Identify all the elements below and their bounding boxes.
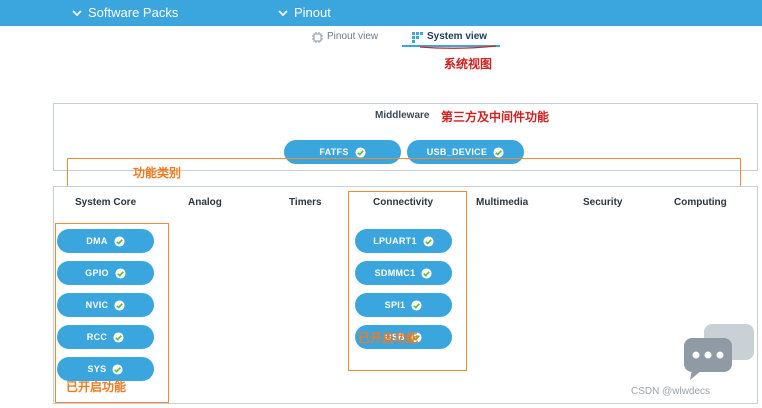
annotation-system-core-box: [55, 223, 169, 403]
category-analog[interactable]: Analog: [188, 197, 222, 208]
category-system-core[interactable]: System Core: [75, 197, 136, 208]
software-packs-label: Software Packs: [88, 5, 179, 20]
annotation-category: 功能类别: [133, 166, 182, 180]
annotation-underline: [419, 45, 497, 49]
tab-system-view[interactable]: System view: [412, 30, 487, 44]
top-menu-bar: Software Packs Pinout: [0, 0, 762, 26]
chat-bubble-icon: [684, 324, 754, 380]
tab-pinout-view[interactable]: Pinout view: [312, 30, 378, 44]
check-circle-icon: [355, 146, 366, 158]
chevron-down-icon: [72, 10, 82, 17]
category-security[interactable]: Security: [583, 197, 622, 208]
category-timers[interactable]: Timers: [289, 197, 322, 208]
category-computing[interactable]: Computing: [674, 197, 727, 208]
annotation-middleware: 第三方及中间件功能: [441, 110, 550, 124]
pinout-label: Pinout: [294, 5, 331, 20]
pinout-menu[interactable]: Pinout: [278, 4, 331, 22]
chevron-down-icon: [278, 10, 288, 17]
grid-icon: [412, 31, 423, 43]
chip-icon: [312, 31, 323, 43]
category-multimedia[interactable]: Multimedia: [476, 197, 528, 208]
check-circle-icon: [493, 146, 504, 158]
annotation-enabled-right: 已开启功能: [358, 331, 419, 345]
software-packs-menu[interactable]: Software Packs: [72, 4, 178, 22]
middleware-title: Middleware: [375, 110, 430, 121]
annotation-enabled-left: 已开启功能: [66, 380, 127, 394]
annotation-system-view: 系统视图: [444, 57, 493, 71]
watermark-text: CSDN @wlwdecs: [631, 386, 711, 397]
